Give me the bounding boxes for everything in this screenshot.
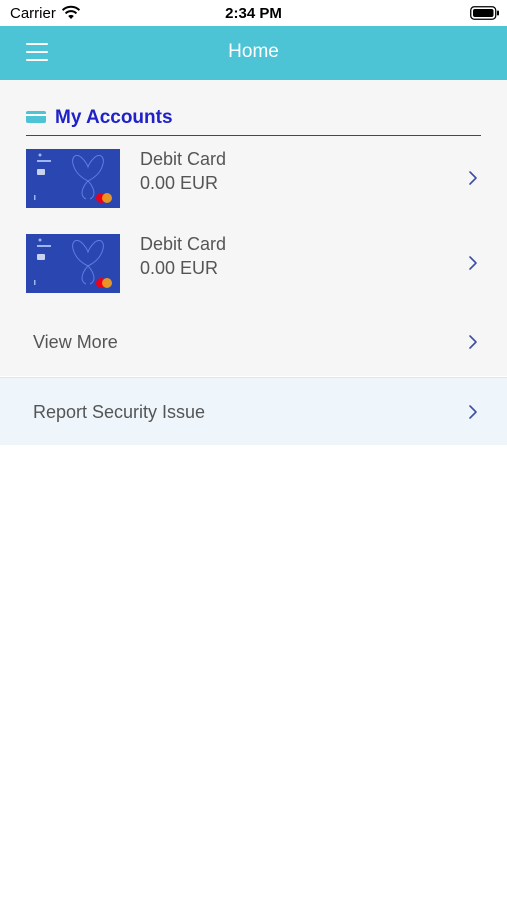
chevron-right-icon [469,256,477,270]
chevron-right-icon [469,171,477,185]
account-balance: 0.00 EUR [140,173,219,193]
account-name: Debit Card [140,149,227,169]
accounts-panel: My Accounts Debit Card 0.00 EUR Debit Ca… [0,80,507,376]
debit-card-image [26,149,120,208]
report-security-label: Report Security Issue [33,402,206,422]
account-row[interactable]: Debit Card 0.00 EUR [0,147,507,211]
battery-icon [470,6,499,20]
page-title: Home [228,41,279,62]
status-bar: Carrier 2:34 PM [0,0,507,26]
card-icon [26,111,46,123]
chevron-right-icon [469,405,477,419]
view-more-label: View More [33,332,118,352]
account-balance: 0.00 EUR [140,258,219,278]
view-more-row[interactable]: View More [0,316,507,376]
nav-bar: Home [0,26,507,80]
clock: 2:34 PM [225,5,282,22]
my-accounts-header: My Accounts [26,104,481,136]
debit-card-image [26,234,120,293]
report-security-issue-row[interactable]: Report Security Issue [0,377,507,445]
account-name: Debit Card [140,234,227,254]
account-row[interactable]: Debit Card 0.00 EUR [0,232,507,296]
chevron-right-icon [469,335,477,349]
section-title: My Accounts [55,107,173,128]
